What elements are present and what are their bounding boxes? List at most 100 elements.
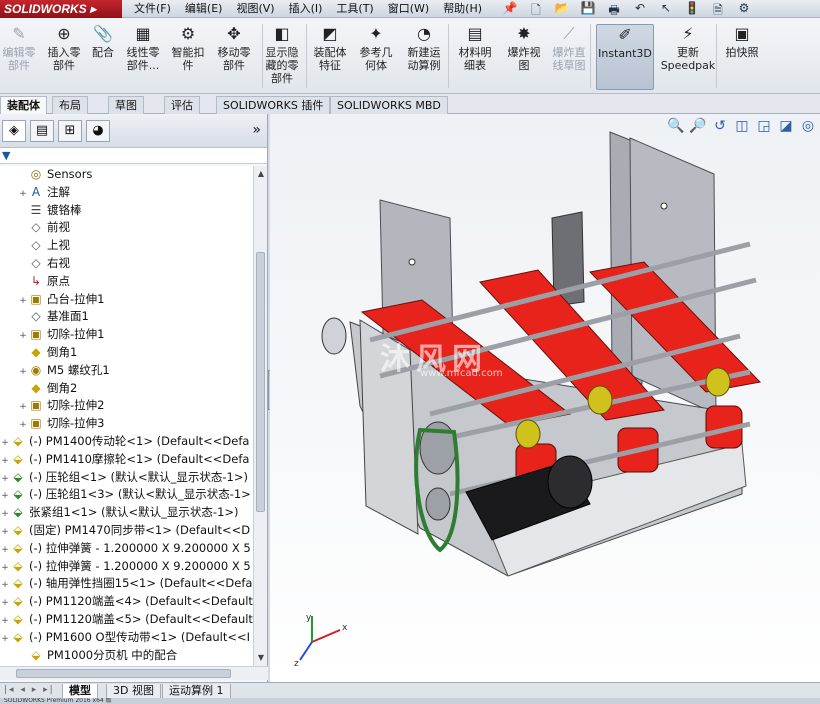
tab-command-2[interactable]: 草图 xyxy=(108,96,144,114)
print-icon[interactable]: 🖶 xyxy=(604,1,624,17)
tree-item[interactable]: + ▣ 凸台-拉伸1 xyxy=(0,291,254,309)
speedpak-button[interactable]: ⚡ 更新 Speedpak xyxy=(660,24,716,90)
watermark-url: www.mfcad.com xyxy=(420,368,503,379)
menu-item[interactable]: 视图(V) xyxy=(236,0,274,18)
tree-item[interactable]: ☰ 镀铬棒 xyxy=(0,202,254,220)
tree-item[interactable]: + ⬙ (-) PM1600 O型传动带<1> (Default<<I xyxy=(0,629,254,647)
exploded-view-button[interactable]: ✸ 爆炸视 图 xyxy=(504,24,544,90)
new-motion-study-button[interactable]: ◔ 新建运 动算例 xyxy=(402,24,446,90)
tree-item-label: 前视 xyxy=(47,220,70,235)
tab-command-1[interactable]: 布局 xyxy=(52,96,88,114)
tree-item[interactable]: ◆ 倒角1 xyxy=(0,344,254,362)
pin-icon[interactable]: 📌 xyxy=(500,1,520,17)
file-properties-icon[interactable]: 🗎 xyxy=(708,1,728,17)
more-tabs-icon[interactable]: » xyxy=(252,122,261,138)
move-component-button[interactable]: ✥ 移动零 部件 xyxy=(214,24,254,90)
insert-component-button[interactable]: ⊕ 插入零 部件 xyxy=(44,24,84,90)
options-icon[interactable]: ⚙ xyxy=(734,1,754,17)
tree-item[interactable]: ◎ Sensors xyxy=(0,166,254,184)
bill-of-materials-button[interactable]: ▤ 材料明 细表 xyxy=(452,24,498,90)
graphics-area[interactable]: 🔍 🔎 ↺ ◫ ◲ ◪ ◎ 沐风网 www.mfcad.com x y z xyxy=(270,114,820,682)
tab-command-0[interactable]: 装配体 xyxy=(0,96,47,114)
tree-item-label: 切除-拉伸3 xyxy=(47,416,105,431)
open-folder-icon[interactable]: 📂 xyxy=(552,1,572,17)
tab-document-2[interactable]: 运动算例 1 xyxy=(162,684,231,699)
menu-item[interactable]: 文件(F) xyxy=(134,0,171,18)
menu-item[interactable]: 编辑(E) xyxy=(185,0,223,18)
tree-item[interactable]: + ⬙ (-) PM1400传动轮<1> (Default<<Defa xyxy=(0,433,254,451)
configuration-manager-icon[interactable]: ⊞ xyxy=(58,120,82,142)
linear-pattern-button[interactable]: ▦ 线性零 部件... xyxy=(122,24,164,90)
tree-item[interactable]: + ⬙ (-) PM1120端盖<4> (Default<<Default xyxy=(0,593,254,611)
scroll-up-icon[interactable]: ▲ xyxy=(256,168,266,180)
smart-fastener-button[interactable]: ⚙ 智能扣 件 xyxy=(168,24,208,90)
menu-item[interactable]: 帮助(H) xyxy=(443,0,482,18)
property-manager-icon[interactable]: ▤ xyxy=(30,120,54,142)
tree-item[interactable]: + ⬙ 张紧组1<1> (默认<默认_显示状态-1>) xyxy=(0,504,254,522)
scroll-thumb[interactable] xyxy=(16,669,231,678)
tree-item[interactable]: + ⬙ (-) 压轮组1<3> (默认<默认_显示状态-1> xyxy=(0,486,254,504)
assembly-feature-button[interactable]: ◩ 装配体 特征 xyxy=(310,24,350,90)
tree-item[interactable]: + ⬙ (固定) PM1470同步带<1> (Default<<D xyxy=(0,522,254,540)
solidworks-logo[interactable]: SOLIDWORKS ▸ xyxy=(0,0,122,18)
tree-item[interactable]: + ⬙ (-) PM1410摩擦轮<1> (Default<<Defa xyxy=(0,451,254,469)
menu-item[interactable]: 插入(I) xyxy=(289,0,323,18)
tree-horizontal-scrollbar[interactable] xyxy=(0,666,268,680)
explode-line-sketch-button[interactable]: ⟋ 爆炸直 线草图 xyxy=(548,24,590,90)
menu-item[interactable]: 工具(T) xyxy=(336,0,373,18)
tree-item[interactable]: + ⬙ (-) 拉伸弹簧 - 1.200000 X 9.200000 X 5 xyxy=(0,558,254,576)
tree-item[interactable]: ↳ 原点 xyxy=(0,273,254,291)
tab-scroll-arrows-icon[interactable]: |◂ ◂ ▸ ▸| xyxy=(4,685,55,695)
reference-triad[interactable]: x y z xyxy=(292,612,352,668)
tab-command-3[interactable]: 评估 xyxy=(164,96,200,114)
tree-item[interactable]: + ⬙ (-) 压轮组<1> (默认<默认_显示状态-1>) xyxy=(0,469,254,487)
tree-filter[interactable]: ▼ xyxy=(0,148,267,164)
tree-item[interactable]: + ◉ M5 螺纹孔1 xyxy=(0,362,254,380)
tree-item-label: (-) 压轮组<1> (默认<默认_显示状态-1>) xyxy=(29,469,248,484)
show-hidden-button[interactable]: ◧ 显示隐 藏的零 部件 xyxy=(260,24,304,90)
tab-document-1[interactable]: 3D 视图 xyxy=(106,684,161,699)
snapshot-icon: ▣ xyxy=(734,24,750,43)
plane-icon: ◇ xyxy=(31,220,41,235)
feature-manager-icon[interactable]: ◈ xyxy=(2,120,26,142)
scroll-thumb[interactable] xyxy=(256,252,265,512)
ribbon-button-label: 拍快照 xyxy=(725,46,759,59)
ribbon-button-label: Instant3D xyxy=(598,47,652,60)
save-icon[interactable]: 💾 xyxy=(578,1,598,17)
ribbon-button-label: 爆炸视 图 xyxy=(507,46,541,72)
tree-item[interactable]: + ⬙ (-) 轴用弹性挡圈15<1> (Default<<Defa xyxy=(0,575,254,593)
assembly-feature-icon: ◩ xyxy=(322,24,338,43)
tree-item[interactable]: ◇ 基准面1 xyxy=(0,308,254,326)
edit-component-button[interactable]: ✎ 编辑零 部件 xyxy=(0,24,38,90)
tree-item[interactable]: + ⬙ (-) PM1120端盖<5> (Default<<Default xyxy=(0,611,254,629)
assembly-model[interactable] xyxy=(270,114,820,682)
tree-item-label: Sensors xyxy=(47,167,93,181)
tree-item[interactable]: ◇ 右视 xyxy=(0,255,254,273)
display-manager-icon[interactable]: ◕ xyxy=(86,120,110,142)
select-pointer-icon[interactable]: ↖ xyxy=(656,1,676,17)
tab-command-4[interactable]: SOLIDWORKS 插件 xyxy=(216,96,331,114)
instant3d-button[interactable]: ✐ Instant3D xyxy=(596,24,654,90)
scroll-down-icon[interactable]: ▼ xyxy=(256,652,266,664)
tree-item[interactable]: + ▣ 切除-拉伸3 xyxy=(0,415,254,433)
tree-item[interactable]: ◆ 倒角2 xyxy=(0,380,254,398)
filter-icon[interactable]: ▼ xyxy=(2,149,10,162)
undo-icon[interactable]: ↶ xyxy=(630,1,650,17)
tree-item[interactable]: + ⬙ (-) 拉伸弹簧 - 1.200000 X 9.200000 X 5 xyxy=(0,540,254,558)
new-document-icon[interactable]: 🗋 xyxy=(526,1,546,17)
reference-geometry-button[interactable]: ✦ 参考几 何体 xyxy=(356,24,396,90)
tree-item[interactable]: + ▣ 切除-拉伸2 xyxy=(0,397,254,415)
tree-item[interactable]: + A 注解 xyxy=(0,184,254,202)
tab-command-5[interactable]: SOLIDWORKS MBD xyxy=(330,96,448,114)
traffic-light-icon[interactable]: 🚦 xyxy=(682,1,702,17)
tree-vertical-scrollbar[interactable]: ▲ ▼ xyxy=(253,166,267,666)
snapshot-button[interactable]: ▣ 拍快照 xyxy=(722,24,762,90)
mate-button[interactable]: 📎 配合 xyxy=(88,24,118,90)
tree-item[interactable]: ◇ 前视 xyxy=(0,219,254,237)
tree-item[interactable]: + ▣ 切除-拉伸1 xyxy=(0,326,254,344)
bill-of-materials-icon: ▤ xyxy=(467,24,483,43)
menu-item[interactable]: 窗口(W) xyxy=(388,0,429,18)
tab-document-0[interactable]: 模型 xyxy=(62,684,98,699)
tree-item[interactable]: ◇ 上视 xyxy=(0,237,254,255)
tree-item[interactable]: ⬙ PM1000分页机 中的配合 xyxy=(0,647,254,665)
